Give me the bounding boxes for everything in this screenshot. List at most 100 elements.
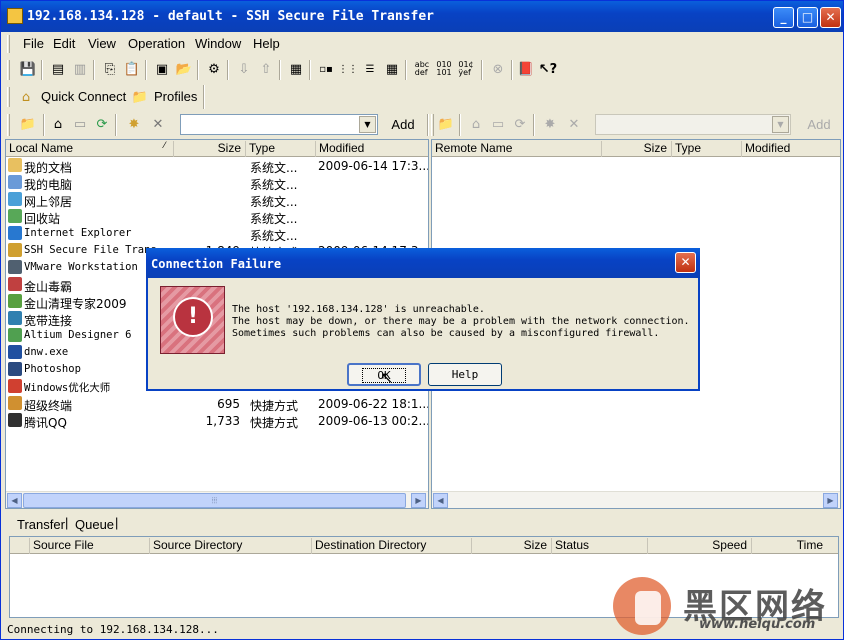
small-icons-icon[interactable]: ⋮⋮ <box>338 60 358 78</box>
list-item[interactable]: 我的电脑 系统文... <box>6 174 428 192</box>
cell-modified: 2009-06-13 00:2... <box>318 414 428 428</box>
menu-view[interactable]: View <box>88 36 116 51</box>
copy-icon[interactable]: ⎘ <box>101 60 119 78</box>
chevron-down-icon[interactable]: ▼ <box>359 116 376 133</box>
remote-add-button[interactable]: Add <box>801 117 837 132</box>
title-bar[interactable]: 192.168.134.128 - default - SSH Secure F… <box>1 1 843 32</box>
local-header: Local Name ⁄ Size Type Modified <box>6 140 428 157</box>
col-size[interactable]: Size <box>602 141 672 157</box>
remote-delete-icon[interactable]: ✕ <box>565 115 583 133</box>
remote-hscrollbar[interactable]: ◀ ▶ <box>432 491 840 508</box>
new-file-transfer-icon[interactable]: 📂 <box>175 60 193 78</box>
scroll-left-icon[interactable]: ◀ <box>7 493 22 508</box>
whats-this-icon[interactable]: ↖? <box>539 60 557 78</box>
local-hscrollbar[interactable]: ◀ ⦙⦙⦙ ▶ <box>6 491 428 508</box>
local-delete-icon[interactable]: ✕ <box>149 115 167 133</box>
list-item[interactable]: 回收站 系统文... <box>6 208 428 226</box>
settings-icon[interactable]: ⚙ <box>205 60 223 78</box>
col-modified[interactable]: Modified <box>316 141 428 157</box>
local-path-combo[interactable]: ▼ <box>180 114 378 135</box>
tab-transfer[interactable]: Transfer <box>17 517 65 532</box>
menu-operation[interactable]: Operation <box>128 36 185 51</box>
list-icon[interactable]: ☰ <box>361 60 379 78</box>
details-icon[interactable]: ▦ <box>383 60 401 78</box>
quick-connect-button[interactable]: Quick Connect <box>41 89 126 104</box>
save-icon[interactable]: 💾 <box>19 60 37 78</box>
col-speed[interactable]: Speed <box>648 538 752 554</box>
col-time[interactable]: Time <box>752 538 838 554</box>
remote-path-combo[interactable]: ▼ <box>595 114 791 135</box>
local-home-icon[interactable]: ⌂ <box>49 115 67 133</box>
cell-modified: 2009-06-14 17:3... <box>318 159 428 173</box>
main-toolbar: 💾 ▤ ▥ ⎘ 📋 ▣ 📂 ⚙ ⇩ ⇧ ▦ ▫▪ ⋮⋮ ☰ ▦ abc def 0… <box>5 57 841 83</box>
profiles-folder-icon: 📁 <box>131 89 149 105</box>
col-size[interactable]: Size <box>472 538 552 554</box>
list-item[interactable]: 我的文档 系统文... 2009-06-14 17:3... <box>6 157 428 175</box>
list-item[interactable]: Internet Explorer 系统文... <box>6 225 428 243</box>
col-remote-name[interactable]: Remote Name <box>432 141 602 157</box>
auto-mode-icon[interactable]: 01¢ ÿef <box>457 60 475 78</box>
upload-icon[interactable]: ⇧ <box>257 60 275 78</box>
help-button[interactable]: Help <box>428 363 502 386</box>
dialog-close-button[interactable]: ✕ <box>675 252 696 273</box>
download-icon[interactable]: ⇩ <box>235 60 253 78</box>
col-source-directory[interactable]: Source Directory <box>150 538 312 554</box>
remote-refresh-icon[interactable]: ⟳ <box>511 115 529 133</box>
local-create-folder-icon[interactable]: ✸ <box>125 115 143 133</box>
col-size[interactable]: Size <box>174 141 246 157</box>
binary-mode-icon[interactable]: 010 101 <box>435 60 453 78</box>
ascii-mode-icon[interactable]: abc def <box>413 60 431 78</box>
remote-up-folder-icon[interactable]: 📁 <box>437 115 455 133</box>
menu-help[interactable]: Help <box>253 36 280 51</box>
menu-file[interactable]: File <box>23 36 44 51</box>
file-icon <box>8 311 22 325</box>
col-destination-directory[interactable]: Destination Directory <box>312 538 472 554</box>
print-preview-icon[interactable]: ▥ <box>71 60 89 78</box>
col-type[interactable]: Type <box>246 141 316 157</box>
col-status[interactable]: Status <box>552 538 648 554</box>
menu-window[interactable]: Window <box>195 36 241 51</box>
dialog-title-bar[interactable]: Connection Failure ✕ <box>146 248 700 278</box>
minimize-button[interactable]: _ <box>773 7 794 28</box>
disconnect-icon[interactable]: ⊗ <box>489 60 507 78</box>
scroll-right-icon[interactable]: ▶ <box>823 493 838 508</box>
quick-toolbar: ⌂ Quick Connect 📁 Profiles <box>5 83 841 111</box>
local-up-folder-icon[interactable]: 📁 <box>19 115 37 133</box>
remote-new-folder-icon[interactable]: ▭ <box>489 115 507 133</box>
dialog-title: Connection Failure <box>151 257 282 271</box>
watermark-logo: 黑区网络 www.heiqu.com <box>613 577 841 637</box>
remote-create-folder-icon[interactable]: ✸ <box>541 115 559 133</box>
local-refresh-icon[interactable]: ⟳ <box>93 115 111 133</box>
list-item[interactable]: 超级终端 695 快捷方式 2009-06-22 18:1... <box>6 395 428 413</box>
large-icons-icon[interactable]: ▫▪ <box>317 60 335 78</box>
maximize-button[interactable]: □ <box>797 7 818 28</box>
col-source-file[interactable]: Source File <box>30 538 150 554</box>
scroll-right-icon[interactable]: ▶ <box>411 493 426 508</box>
window-title: 192.168.134.128 - default - SSH Secure F… <box>27 9 434 24</box>
local-add-button[interactable]: Add <box>385 117 421 132</box>
scroll-left-icon[interactable]: ◀ <box>433 493 448 508</box>
profiles-button[interactable]: Profiles <box>154 89 197 104</box>
chevron-down-icon[interactable]: ▼ <box>772 116 789 133</box>
col-local-name[interactable]: Local Name <box>6 141 174 157</box>
connection-failure-dialog: Connection Failure ✕ ! The host '192.168… <box>146 248 700 391</box>
menu-edit[interactable]: Edit <box>53 36 75 51</box>
paste-icon[interactable]: 📋 <box>123 60 141 78</box>
local-new-folder-icon[interactable]: ▭ <box>71 115 89 133</box>
view-icon[interactable]: ▦ <box>287 60 305 78</box>
col-modified[interactable]: Modified <box>742 141 840 157</box>
list-item[interactable]: 网上邻居 系统文... <box>6 191 428 209</box>
new-terminal-icon[interactable]: ▣ <box>153 60 171 78</box>
scroll-thumb[interactable]: ⦙⦙⦙ <box>23 493 406 508</box>
col-type[interactable]: Type <box>672 141 742 157</box>
file-icon <box>8 396 22 410</box>
quick-connect-icon: ⌂ <box>21 89 31 105</box>
remote-home-icon[interactable]: ⌂ <box>467 115 485 133</box>
list-item[interactable]: 腾讯QQ 1,733 快捷方式 2009-06-13 00:2... <box>6 412 428 430</box>
close-button[interactable]: ✕ <box>820 7 841 28</box>
cell-name: Internet Explorer <box>24 227 132 239</box>
tab-queue[interactable]: Queue <box>75 517 114 532</box>
cell-size: 1,733 <box>205 414 240 428</box>
help-book-icon[interactable]: 📕 <box>517 60 535 78</box>
print-icon[interactable]: ▤ <box>49 60 67 78</box>
